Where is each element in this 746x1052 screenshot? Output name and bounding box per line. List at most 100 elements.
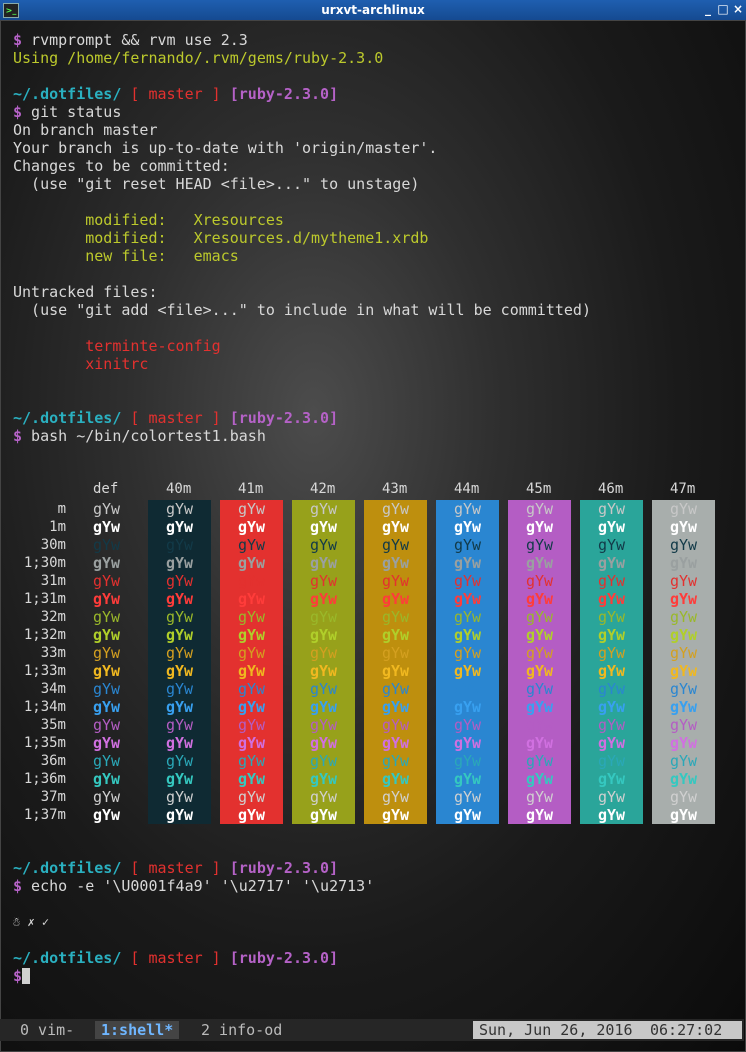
color-sample: gYw — [598, 734, 626, 752]
color-sample: gYw — [526, 554, 554, 572]
color-sample: gYw — [382, 572, 410, 590]
color-sample: gYw — [382, 716, 410, 734]
prompt-ruby: [ruby-2.3.0] — [229, 85, 339, 103]
color-sample: gYw — [454, 554, 482, 572]
output-line: Untracked files: — [13, 283, 158, 301]
row-label: 1;33m — [23, 663, 66, 679]
close-button[interactable]: × — [732, 3, 744, 15]
color-sample: gYw — [598, 680, 626, 698]
color-sample: gYw — [670, 788, 698, 806]
prompt-ruby: [ruby-2.3.0] — [229, 949, 339, 967]
color-sample: gYw — [382, 806, 410, 824]
color-sample: gYw — [238, 644, 266, 662]
text-cursor — [22, 968, 31, 984]
color-sample: gYw — [238, 806, 266, 824]
prompt-symbol: $ — [13, 427, 23, 445]
color-sample: gYw — [526, 518, 554, 536]
color-sample: gYw — [93, 644, 121, 662]
color-sample: gYw — [310, 680, 338, 698]
status-time: 06:27:02 — [644, 1021, 742, 1039]
color-sample: gYw — [454, 536, 482, 554]
color-header-6: 45m — [526, 481, 552, 497]
color-header-2: 41m — [238, 481, 264, 497]
color-sample: gYw — [166, 752, 194, 770]
command-text: bash ~/bin/colortest1.bash — [22, 427, 266, 445]
color-sample: gYw — [670, 518, 698, 536]
color-sample: gYw — [526, 716, 554, 734]
color-sample: gYw — [166, 788, 194, 806]
prompt-branch: [ master ] — [130, 85, 221, 103]
color-sample: gYw — [598, 500, 626, 518]
tmux-window-0[interactable]: 0 vim- — [14, 1021, 80, 1039]
color-sample: gYw — [670, 752, 698, 770]
color-sample: gYw — [310, 662, 338, 680]
command-text: rvmprompt && rvm use 2.3 — [22, 31, 248, 49]
color-sample: gYw — [166, 680, 194, 698]
shell-prompt: ~/.dotfiles/ [ master ] [ruby-2.3.0] — [13, 409, 338, 427]
color-sample: gYw — [526, 536, 554, 554]
color-sample: gYw — [598, 608, 626, 626]
color-sample: gYw — [382, 662, 410, 680]
color-sample: gYw — [382, 752, 410, 770]
status-date: Sun, Jun 26, 2016 — [473, 1021, 647, 1039]
row-label: 1;37m — [23, 807, 66, 823]
color-sample: gYw — [238, 590, 266, 608]
color-sample: gYw — [454, 716, 482, 734]
color-sample: gYw — [93, 662, 121, 680]
color-sample: gYw — [93, 752, 121, 770]
color-sample: gYw — [310, 626, 338, 644]
output-line: On branch master — [13, 121, 158, 139]
color-sample: gYw — [310, 752, 338, 770]
title-bar[interactable]: >_ urxvt-archlinux _ □ × — [0, 0, 746, 20]
color-sample: gYw — [670, 590, 698, 608]
tmux-window-1[interactable]: 1:shell* — [95, 1021, 180, 1039]
color-sample: gYw — [238, 716, 266, 734]
color-sample: gYw — [670, 716, 698, 734]
color-sample: gYw — [526, 608, 554, 626]
shell-prompt: ~/.dotfiles/ [ master ] [ruby-2.3.0] — [13, 949, 338, 967]
color-sample: gYw — [454, 500, 482, 518]
row-label: 36m — [40, 753, 66, 769]
prompt-branch: [ master ] — [130, 859, 221, 877]
color-sample: gYw — [310, 734, 338, 752]
color-sample: gYw — [238, 770, 266, 788]
color-sample: gYw — [238, 788, 266, 806]
untracked-file: terminte-config — [13, 337, 221, 355]
color-sample: gYw — [526, 500, 554, 518]
tmux-window-2[interactable]: 2 info-od — [195, 1021, 288, 1039]
active-command-line[interactable]: $ — [13, 967, 31, 985]
maximize-button[interactable]: □ — [717, 3, 729, 15]
color-sample: gYw — [310, 500, 338, 518]
color-sample: gYw — [310, 536, 338, 554]
untracked-file: xinitrc — [13, 355, 149, 373]
color-sample: gYw — [598, 788, 626, 806]
color-sample: gYw — [93, 500, 121, 518]
color-sample: gYw — [382, 698, 410, 716]
color-sample: gYw — [382, 734, 410, 752]
color-sample: gYw — [382, 536, 410, 554]
color-sample: gYw — [166, 770, 194, 788]
output-line: Using /home/fernando/.rvm/gems/ruby-2.3.… — [13, 49, 384, 67]
color-sample: gYw — [166, 698, 194, 716]
color-sample: gYw — [670, 734, 698, 752]
color-sample: gYw — [598, 644, 626, 662]
color-sample: gYw — [454, 644, 482, 662]
row-label: 1m — [49, 519, 66, 535]
color-sample: gYw — [598, 716, 626, 734]
color-sample: gYw — [382, 626, 410, 644]
color-sample: gYw — [166, 572, 194, 590]
color-sample: gYw — [93, 536, 121, 554]
minimize-button[interactable]: _ — [702, 3, 714, 15]
color-sample: gYw — [238, 536, 266, 554]
prompt-branch: [ master ] — [130, 949, 221, 967]
row-label: 31m — [40, 573, 66, 589]
color-sample: gYw — [166, 608, 194, 626]
shell-prompt: ~/.dotfiles/ [ master ] [ruby-2.3.0] — [13, 859, 338, 877]
color-sample: gYw — [454, 770, 482, 788]
color-sample: gYw — [166, 734, 194, 752]
color-sample: gYw — [670, 572, 698, 590]
prompt-dir: ~/.dotfiles/ — [13, 409, 122, 427]
color-sample: gYw — [93, 554, 121, 572]
color-sample: gYw — [238, 554, 266, 572]
color-header-7: 46m — [598, 481, 624, 497]
